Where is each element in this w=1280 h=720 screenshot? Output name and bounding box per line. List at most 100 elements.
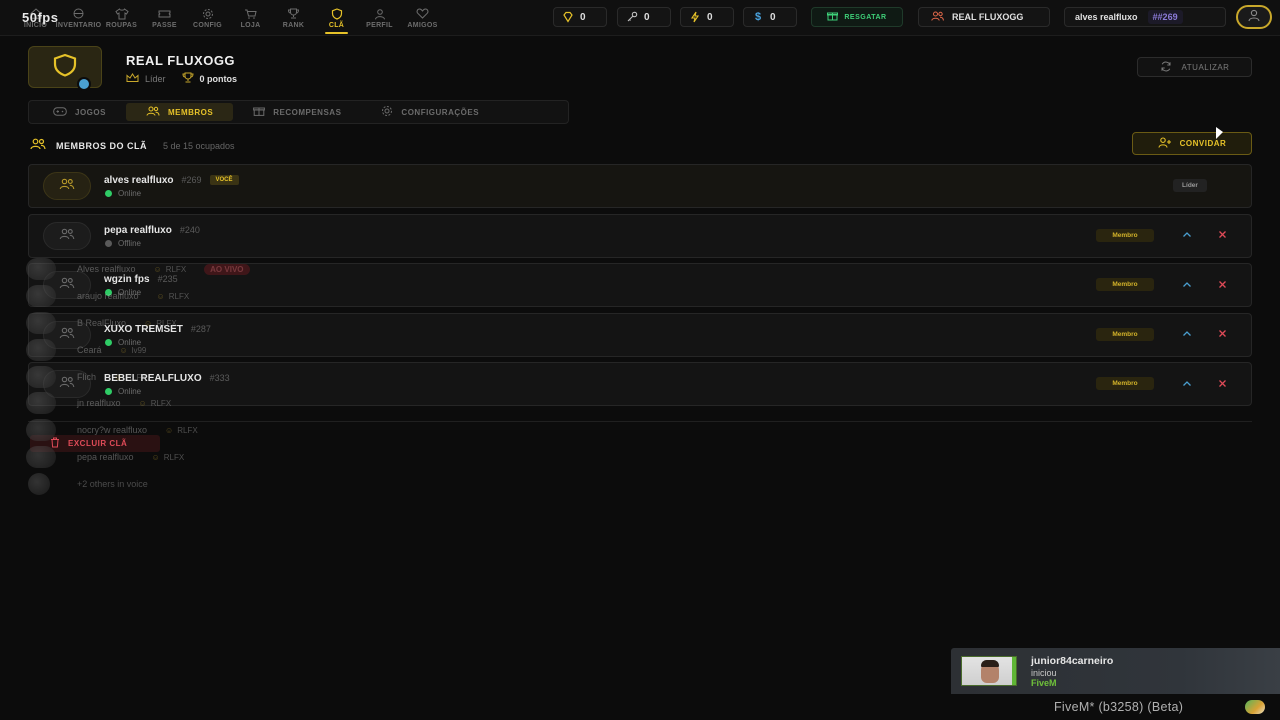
user-plus-icon [1158, 137, 1172, 150]
tab-rewards-label: RECOMPENSAS [273, 107, 342, 117]
voice-tag: RLFX [144, 319, 177, 328]
member-row[interactable]: pepa realfluxo #240 Offline Membro [28, 213, 1252, 258]
main-nav: INICIO INVENTARIO ROUPAS PASSE CONFIG LOJA RAN… [14, 0, 444, 36]
nav-item-7[interactable]: CLÃ [315, 0, 358, 36]
tab-settings[interactable]: CONFIGURAÇÕES [361, 103, 499, 121]
profile-avatar[interactable] [1236, 5, 1272, 29]
voice-name-line: Alves realfluxo RLFX AO VIVO [77, 264, 250, 276]
refresh-label: ATUALIZAR [1181, 62, 1230, 72]
currency-keys[interactable]: 0 [617, 7, 671, 27]
heart-icon [416, 8, 430, 20]
voice-avatar [26, 285, 56, 308]
tab-games[interactable]: JOGOS [33, 103, 126, 121]
gear-icon [381, 105, 393, 119]
users-icon [146, 106, 160, 118]
role-badge: Membro [1096, 327, 1154, 341]
promote-chevron-up-icon[interactable] [1180, 228, 1194, 242]
gems-value: 0 [580, 11, 586, 23]
voice-avatar [26, 365, 56, 388]
nav-item-3[interactable]: PASSE [143, 0, 186, 36]
activity-notification: junior84carneiro iniciou FiveM [951, 648, 1280, 694]
invite-label: CONVIDAR [1179, 139, 1227, 148]
shirt-icon [114, 7, 129, 20]
remove-close-icon[interactable] [1215, 327, 1229, 341]
ticket-icon [158, 8, 172, 20]
voice-avatar [26, 392, 56, 415]
clan-tabs: JOGOS MEMBROS RECOMPENSAS CONFIGURAÇÕES [28, 100, 569, 124]
voice-name: nocry?w realfluxo [77, 425, 148, 436]
clan-emblem [28, 46, 102, 91]
voice-tag: RLFX [154, 265, 187, 274]
currency-gems[interactable]: 0 [553, 7, 607, 27]
currency-energy[interactable]: 0 [680, 7, 734, 27]
money-value: 0 [770, 11, 776, 23]
status-dot [105, 190, 112, 197]
role-badge: Membro [1096, 278, 1154, 292]
trophy-icon [287, 8, 301, 20]
member-avatar [43, 172, 91, 200]
bolt-icon [689, 11, 701, 23]
user-tag: ##269 [1147, 10, 1183, 24]
tab-settings-label: CONFIGURAÇÕES [401, 107, 480, 117]
nav-item-4[interactable]: CONFIG [186, 0, 229, 36]
voice-row: araujo realfluxo RLFX [22, 283, 352, 310]
member-status: Online [105, 189, 141, 198]
gift-icon [827, 11, 839, 23]
notification-user: junior84carneiro [1031, 655, 1114, 667]
voice-row: Ceará lv99 [22, 336, 352, 363]
voice-name-line: Flich RLFX [77, 372, 147, 382]
verified-badge [77, 77, 91, 91]
voice-name: Ceará [77, 344, 102, 355]
top-bar: 50fps INICIO INVENTARIO ROUPAS PASSE CONFIG L… [0, 0, 1280, 36]
nav-item-8[interactable]: PERFIL [358, 0, 401, 36]
you-badge: VOCÊ [209, 175, 239, 185]
clan-pill-label: REAL FLUXOGG [952, 12, 1024, 22]
nav-item-6[interactable]: RANK [272, 0, 315, 36]
cart-icon [244, 8, 258, 20]
tab-rewards[interactable]: RECOMPENSAS [233, 103, 361, 121]
voice-name-line: Ceará lv99 [77, 345, 146, 355]
users-icon [931, 11, 944, 23]
energy-value: 0 [707, 11, 713, 23]
tab-games-label: JOGOS [75, 107, 106, 117]
voice-avatar [26, 311, 56, 334]
clan-pill[interactable]: REAL FLUXOGG [918, 7, 1050, 27]
nav-item-2[interactable]: ROUPAS [100, 0, 143, 36]
redeem-button[interactable]: RESGATAR [811, 7, 903, 27]
currency-money[interactable]: $ 0 [743, 7, 797, 27]
notification-avatar [961, 656, 1017, 686]
promote-chevron-up-icon[interactable] [1180, 376, 1194, 390]
remove-close-icon[interactable] [1215, 277, 1229, 291]
promote-chevron-up-icon[interactable] [1180, 277, 1194, 291]
mouse-cursor [1216, 127, 1223, 139]
users-icon [30, 137, 46, 155]
nav-item-1[interactable]: INVENTARIO [56, 0, 101, 36]
shield-icon [330, 7, 344, 20]
promote-chevron-up-icon[interactable] [1180, 327, 1194, 341]
nav-item-5[interactable]: LOJA [229, 0, 272, 36]
user-pill[interactable]: alves realfluxo ##269 [1064, 7, 1226, 27]
member-name-line: pepa realfluxo #240 [104, 225, 200, 236]
refresh-button[interactable]: ATUALIZAR [1137, 57, 1252, 77]
member-status: Offline [105, 239, 141, 248]
keys-value: 0 [644, 11, 650, 23]
clan-meta: Líder 0 pontos [126, 72, 237, 85]
tab-members[interactable]: MEMBROS [125, 103, 234, 121]
notification-game: FiveM [1031, 678, 1057, 688]
remove-close-icon[interactable] [1215, 228, 1229, 242]
users-icon [59, 177, 75, 195]
voice-avatar [26, 258, 56, 281]
voice-tag: RLFX [152, 453, 185, 462]
invite-button[interactable]: CONVIDAR [1132, 132, 1252, 155]
voice-name-line: pepa realfluxo RLFX [77, 452, 184, 462]
nav-item-9[interactable]: AMIGOS [401, 0, 444, 36]
member-row[interactable]: alves realfluxo #269 VOCÊ Online Líder [28, 164, 1252, 208]
trophy-icon [182, 72, 194, 85]
notification-action: iniciou [1031, 668, 1057, 678]
voice-tag: RLFX [114, 373, 147, 382]
remove-close-icon[interactable] [1215, 376, 1229, 390]
build-label: FiveM* (b3258) (Beta) [1054, 700, 1184, 714]
nav-label: PERFIL [366, 21, 393, 29]
member-avatar [43, 221, 91, 250]
voice-tag: RLFX [165, 426, 198, 435]
